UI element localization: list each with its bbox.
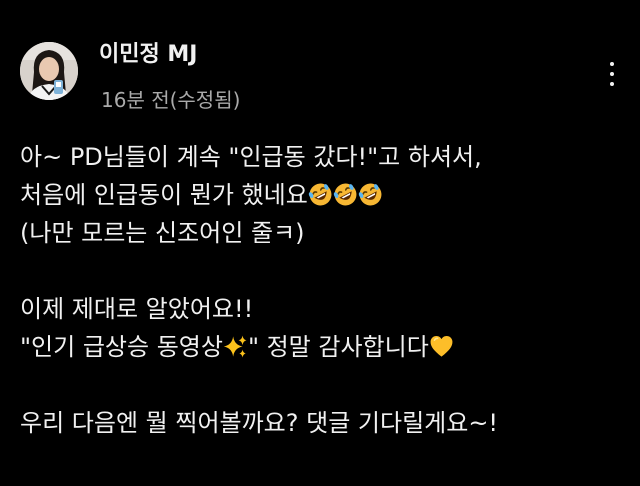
avatar[interactable] xyxy=(20,42,78,100)
rolling-on-floor-laughing-emoji xyxy=(333,183,357,206)
post-text: 아~ PD님들이 계속 "인급동 갔다!"고 하셔서, xyxy=(20,143,482,171)
avatar-photo xyxy=(20,42,78,100)
more-vertical-icon-dot xyxy=(610,72,614,76)
rolling-on-floor-laughing-emoji xyxy=(308,183,332,206)
post-line: "인기 급상승 동영상 " 정말 감사합니다 xyxy=(20,328,630,366)
post-line: 처음에 인급동이 뭔가 했네요 xyxy=(20,176,630,214)
post-text: " 정말 감사합니다 xyxy=(247,333,429,361)
community-post: 이민정 MJ 16분 전(수정됨) 아~ PD님들이 계속 "인급동 갔다!"고… xyxy=(0,0,640,486)
more-vertical-icon-dot xyxy=(610,82,614,86)
post-text: (나만 모르는 신조어인 줄ㅋ) xyxy=(20,219,305,247)
post-line: 우리 다음엔 뭘 찍어볼까요? 댓글 기다릴게요~! xyxy=(20,404,630,442)
more-options-button[interactable] xyxy=(600,56,624,92)
yellow-heart-emoji xyxy=(430,335,453,357)
post-text: 이제 제대로 알았어요!! xyxy=(20,295,254,323)
post-text: 처음에 인급동이 뭔가 했네요 xyxy=(20,181,308,209)
sparkles-emoji xyxy=(223,335,247,358)
post-text: "인기 급상승 동영상 xyxy=(20,333,223,361)
more-vertical-icon xyxy=(610,62,614,66)
post-line: (나만 모르는 신조어인 줄ㅋ) xyxy=(20,214,630,252)
rolling-on-floor-laughing-emoji xyxy=(358,183,382,206)
post-line: 아~ PD님들이 계속 "인급동 갔다!"고 하셔서, xyxy=(20,138,630,176)
post-text: 우리 다음엔 뭘 찍어볼까요? 댓글 기다릴게요~! xyxy=(20,409,499,437)
post-body: 아~ PD님들이 계속 "인급동 갔다!"고 하셔서, 처음에 인급동이 뭔가 … xyxy=(20,138,630,442)
post-timestamp: 16분 전(수정됨) xyxy=(101,88,241,112)
post-line: 이제 제대로 알았어요!! xyxy=(20,290,630,328)
author-name[interactable]: 이민정 MJ xyxy=(99,36,197,68)
